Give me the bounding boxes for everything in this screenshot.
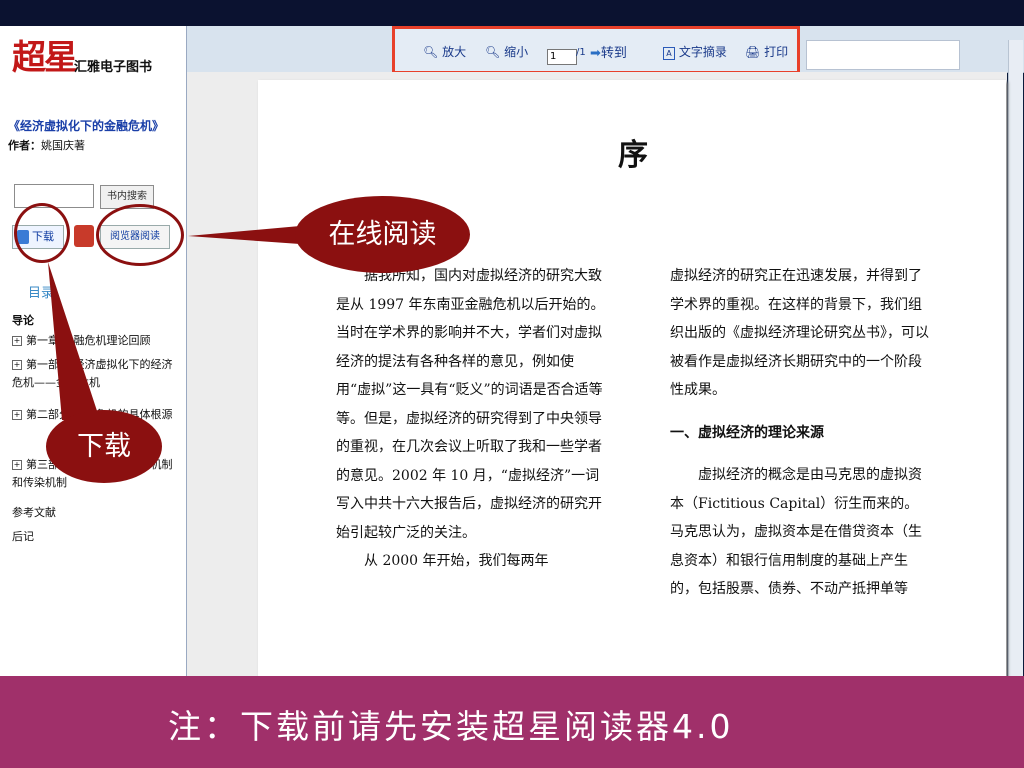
toc-item-label: 参考文献 [12, 506, 56, 519]
text-extract-button[interactable]: A 文字摘录 [663, 43, 727, 60]
goto-button[interactable]: ➡转到 [590, 42, 627, 61]
zoom-out-label: 缩小 [504, 45, 529, 59]
logo: 超星 汇雅电子图书 [12, 30, 182, 80]
document-column-right: 虚拟经济的研究正在迅速发展，并得到了学术界的重视。在这样的背景下，我们组织出版的… [670, 262, 932, 604]
expand-icon[interactable]: + [12, 460, 22, 470]
toc-item-references[interactable]: 参考文献 [12, 504, 178, 522]
print-button[interactable]: 🖨︎ 打印 [745, 43, 788, 60]
reader-app-icon[interactable] [74, 225, 94, 247]
text-extract-icon: A [663, 47, 675, 60]
logo-sub: 汇雅电子图书 [74, 60, 153, 75]
toc-item-label: 导论 [12, 314, 34, 327]
toc-item-label: 后记 [12, 530, 34, 543]
highlight-ring-download [14, 203, 70, 263]
footer-note: 注：下载前请先安装超星阅读器4.0 [168, 707, 734, 746]
page-total: /1 [576, 47, 586, 58]
toc-item-afterword[interactable]: 后记 [12, 528, 178, 546]
expand-icon[interactable]: + [12, 336, 22, 346]
section-heading: 一、虚拟经济的理论来源 [670, 424, 824, 441]
reader-toolbar: 🔍︎ 放大 🔍︎ 缩小 1 /1 ➡转到 A 文字摘录 🖨︎ 打印 [392, 26, 800, 74]
paragraph: 虚拟经济的研究正在迅速发展，并得到了学术界的重视。在这样的背景下，我们组织出版的… [670, 268, 929, 398]
toc-item-chapter1[interactable]: + 第一章 金融危机理论回顾 [12, 332, 178, 350]
paragraph: 从 2000 年开始，我们每两年 [364, 553, 549, 569]
book-title[interactable]: 《经济虚拟化下的金融危机》 [8, 117, 164, 134]
author-label: 作者： [8, 139, 41, 152]
top-band [0, 0, 1024, 26]
zoom-out-icon: 🔍︎ [485, 45, 501, 59]
text-extract-label: 文字摘录 [678, 45, 727, 59]
expand-icon[interactable]: + [12, 360, 22, 370]
goto-label: 转到 [600, 46, 627, 61]
author-name: 姚国庆著 [41, 139, 85, 152]
zoom-in-button[interactable]: 🔍︎ 放大 [423, 43, 466, 60]
toc-item-intro[interactable]: 导论 [12, 312, 178, 330]
author-line: 作者：姚国庆著 [8, 137, 85, 153]
toc-item-label: 第一章 金融危机理论回顾 [26, 334, 151, 347]
arrow-right-icon: ➡ [590, 46, 601, 61]
print-icon: 🖨︎ [745, 45, 761, 59]
zoom-in-icon: 🔍︎ [423, 45, 439, 59]
print-label: 打印 [764, 45, 789, 59]
document-title: 序 [618, 138, 648, 173]
book-search-input[interactable] [14, 184, 94, 208]
logo-main: 超星 [12, 38, 78, 78]
paragraph: 据我所知，国内对虚拟经济的研究大致是从 1997 年东南亚金融危机以后开始的。当… [336, 268, 605, 541]
callout-online-read: 在线阅读 [295, 196, 470, 273]
highlight-ring-reader [96, 204, 184, 266]
paragraph: 虚拟经济的概念是由马克思的虚拟资本（Fictitious Capital）衍生而… [670, 467, 922, 597]
page-number-input[interactable]: 1 [547, 49, 577, 65]
toolbar-side-input[interactable] [806, 40, 960, 70]
toc-item-part1[interactable]: + 第一部分 经济虚拟化下的经济危机——金融危机 [12, 356, 178, 392]
zoom-out-button[interactable]: 🔍︎ 缩小 [485, 43, 528, 60]
document-column-left: 据我所知，国内对虚拟经济的研究大致是从 1997 年东南亚金融危机以后开始的。当… [336, 262, 606, 576]
toc-item-label: 第一部分 经济虚拟化下的经济危机——金融危机 [12, 358, 173, 389]
zoom-in-label: 放大 [442, 45, 467, 59]
toc-title: 目录 [28, 286, 55, 301]
expand-icon[interactable]: + [12, 410, 22, 420]
callout-download: 下载 [46, 410, 162, 483]
vertical-scrollbar[interactable] [1008, 40, 1023, 676]
